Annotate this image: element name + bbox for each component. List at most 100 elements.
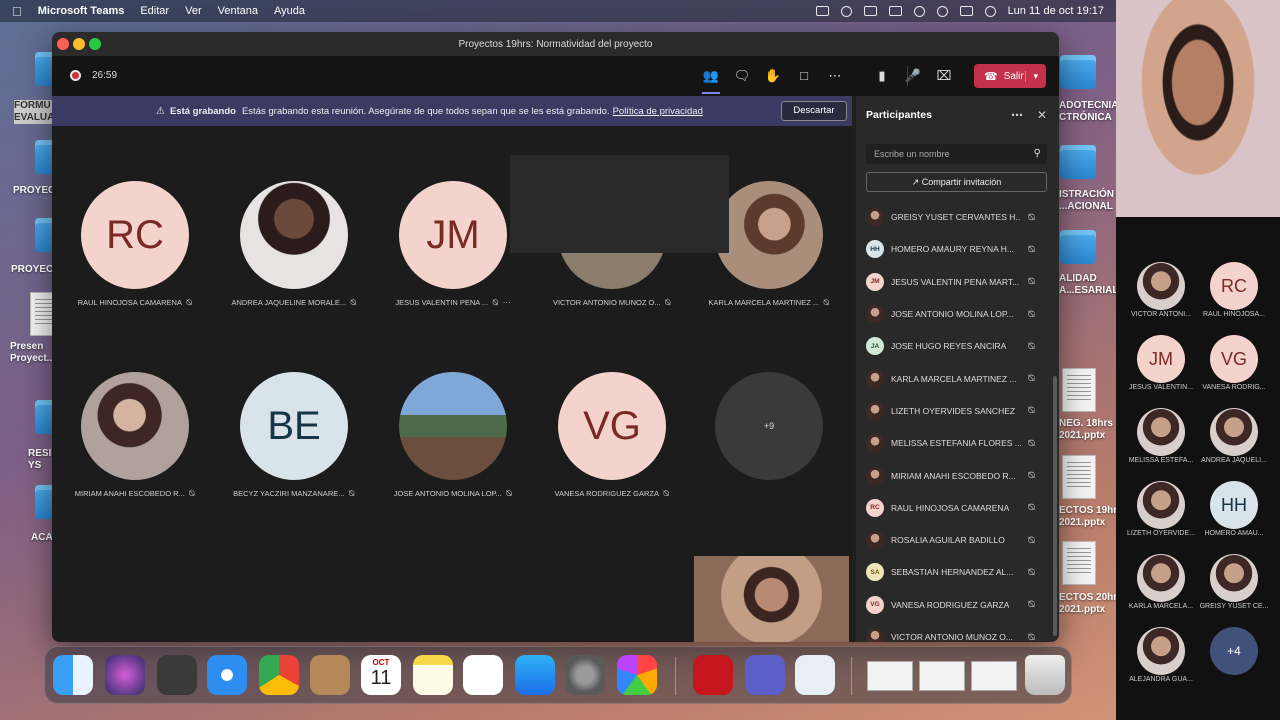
list-item[interactable]: JOSE ANTONIO MOLINA LOP... ⦰ [856, 298, 1051, 330]
mini-participant-tile[interactable]: HH HOMERO AMAU... [1199, 481, 1269, 551]
list-item[interactable]: LIZETH OYERVIDES SANCHEZ ⦰ [856, 395, 1051, 427]
participant-tile[interactable]: JOSE ANTONIO MOLINA LOP... ⦰ [378, 372, 528, 522]
control-center-icon[interactable] [959, 6, 973, 16]
status-display-icon[interactable] [815, 6, 829, 16]
microphone-icon[interactable]: 🎤 [904, 67, 922, 85]
mini-participant-tile[interactable]: RC RAUL HINOJOSA... [1199, 262, 1269, 332]
wifi-icon[interactable] [913, 5, 925, 17]
chrome-icon[interactable] [259, 655, 299, 695]
desktop-file-icon[interactable] [1062, 368, 1096, 412]
list-item[interactable]: HH HOMERO AMAURY REYNA H... ⦰ [856, 233, 1051, 265]
search-icon[interactable]: ⚲ [1034, 144, 1041, 164]
minimize-window-button[interactable] [73, 38, 85, 50]
list-item[interactable]: MIRIAM ANAHI ESCOBEDO R... ⦰ [856, 459, 1051, 491]
desktop-file-icon[interactable] [1062, 455, 1096, 499]
panel-title: Participantes [866, 109, 932, 121]
list-item[interactable]: VG VANESA RODRIGUEZ GARZA ⦰ [856, 589, 1051, 621]
mini-participant-tile[interactable]: LIZETH OYERVIDE... [1126, 481, 1196, 551]
chat-icon[interactable]: 🗨 [733, 67, 751, 85]
desktop-folder-icon[interactable] [1060, 145, 1096, 179]
list-item[interactable]: GREISY YUSET CERVANTES H... ⦰ [856, 201, 1051, 233]
menu-ventana[interactable]: Ventana [218, 5, 258, 17]
teams-dock-icon[interactable] [745, 655, 785, 695]
siri-dock-icon[interactable] [105, 655, 145, 695]
launchpad-icon[interactable] [157, 655, 197, 695]
menubar-datetime[interactable]: Lun 11 de oct 19:17 [1008, 5, 1104, 17]
system-preferences-icon[interactable] [565, 655, 605, 695]
avatar [866, 628, 884, 642]
close-icon[interactable]: ✕ [1037, 108, 1047, 122]
participant-tile[interactable]: JM JESUS VALENTIN PENA ... ⦰ ⋯ [378, 181, 528, 331]
mini-participant-tile[interactable]: MELISSA ESTEFA... [1126, 408, 1196, 478]
more-participants-tile[interactable]: +9 [694, 372, 844, 522]
mini-participant-tile[interactable]: JM JESUS VALENTIN... [1126, 335, 1196, 405]
menu-ver[interactable]: Ver [185, 5, 202, 17]
desktop-file-icon[interactable] [1062, 541, 1096, 585]
acrobat-icon[interactable] [693, 655, 733, 695]
share-screen-icon[interactable]: ⌧ [935, 67, 953, 85]
more-actions-icon[interactable]: ⋯ [826, 67, 844, 85]
notes-icon[interactable] [413, 655, 453, 695]
list-item[interactable]: MELISSA ESTEFANIA FLORES ... ⦰ [856, 427, 1051, 459]
mini-participant-tile[interactable]: ANDREA JAQUELI... [1199, 408, 1269, 478]
participant-tile[interactable]: MIRIAM ANAHI ESCOBEDO R... ⦰ [60, 372, 210, 522]
mini-participant-tile[interactable]: VICTOR ANTONI... [1126, 262, 1196, 332]
finder-icon[interactable] [53, 655, 93, 695]
self-video-preview[interactable] [694, 556, 849, 642]
status-mic-icon[interactable] [840, 5, 852, 17]
rooms-icon[interactable]: □ [795, 67, 813, 85]
participant-name: GREISY YUSET CE... [1199, 603, 1269, 610]
list-item[interactable]: JM JESUS VALENTIN PENA MART... ⦰ [856, 266, 1051, 298]
list-item[interactable]: VICTOR ANTONIO MUNOZ O... ⦰ [856, 621, 1051, 642]
desktop-folder-icon[interactable] [1060, 55, 1096, 89]
participant-tile[interactable]: VG VANESA RODRIGUEZ GARZA ⦰ [537, 372, 687, 522]
participant-tile[interactable]: RC RAUL HINOJOSA CAMARENA ⦰ [60, 181, 210, 331]
more-options-icon[interactable]: ⋯ [1011, 108, 1023, 122]
list-item[interactable]: RC RAUL HINOJOSA CAMARENA ⦰ [856, 492, 1051, 524]
more-participants-tile[interactable]: +4 [1199, 627, 1269, 697]
menu-ayuda[interactable]: Ayuda [274, 5, 305, 17]
contacts-icon[interactable] [310, 655, 350, 695]
participant-tile[interactable]: BE BECYZ YACZIRI MANZANARE... ⦰ [219, 372, 369, 522]
leave-button[interactable]: ☎ Salir ▾ [974, 64, 1046, 88]
app-store-icon[interactable] [515, 655, 555, 695]
menu-editar[interactable]: Editar [140, 5, 169, 17]
menu-app-name[interactable]: Microsoft Teams [38, 5, 125, 17]
search-input[interactable]: Escribe un nombre ⚲ [866, 144, 1047, 164]
desktop-folder-icon[interactable] [1060, 230, 1096, 264]
camera-icon[interactable]: ▮ [873, 67, 891, 85]
calendar-icon[interactable]: OCT 11 [361, 655, 401, 695]
zoom-window-button[interactable] [89, 38, 101, 50]
share-invite-button[interactable]: ↗ Compartir invitación [866, 172, 1047, 192]
raise-hand-icon[interactable]: ✋ [764, 67, 782, 85]
more-options-icon[interactable]: ⋯ [503, 298, 511, 307]
participant-tile[interactable]: ANDREA JAQUELINE MORALE... ⦰ [219, 181, 369, 331]
siri-icon[interactable] [984, 5, 996, 17]
photos-icon[interactable] [617, 655, 657, 695]
apple-menu-icon[interactable]:  [12, 4, 22, 19]
trash-icon[interactable] [1025, 655, 1065, 695]
panel-scrollbar[interactable] [1053, 376, 1057, 636]
spotlight-icon[interactable] [936, 5, 948, 17]
minimized-window-thumbnail[interactable] [867, 661, 913, 691]
minimized-window-thumbnail[interactable] [971, 661, 1017, 691]
mini-participant-tile[interactable]: KARLA MARCELA... [1126, 554, 1196, 624]
preview-icon[interactable] [795, 655, 835, 695]
chevron-down-icon[interactable]: ▾ [1025, 70, 1038, 82]
participants-icon[interactable]: 👥 [702, 67, 720, 94]
mini-participant-tile[interactable]: VG VANESA RODRIG... [1199, 335, 1269, 405]
list-item[interactable]: JA JOSE HUGO REYES ANCIRA ⦰ [856, 330, 1051, 362]
safari-icon[interactable] [207, 655, 247, 695]
status-keyboard-icon[interactable] [863, 6, 877, 16]
minimized-window-thumbnail[interactable] [919, 661, 965, 691]
battery-icon[interactable] [888, 6, 902, 16]
discard-button[interactable]: Descartar [781, 101, 847, 121]
close-window-button[interactable] [57, 38, 69, 50]
list-item[interactable]: SA SEBASTIAN HERNANDEZ AL... ⦰ [856, 556, 1051, 588]
privacy-policy-link[interactable]: Política de privacidad [613, 106, 703, 117]
mini-participant-tile[interactable]: GREISY YUSET CE... [1199, 554, 1269, 624]
list-item[interactable]: KARLA MARCELA MARTINEZ ... ⦰ [856, 362, 1051, 394]
list-item[interactable]: ROSALIA AGUILAR BADILLO ⦰ [856, 524, 1051, 556]
reminders-icon[interactable] [463, 655, 503, 695]
mini-participant-tile[interactable]: ALEJANDRA GUA... [1126, 627, 1196, 697]
